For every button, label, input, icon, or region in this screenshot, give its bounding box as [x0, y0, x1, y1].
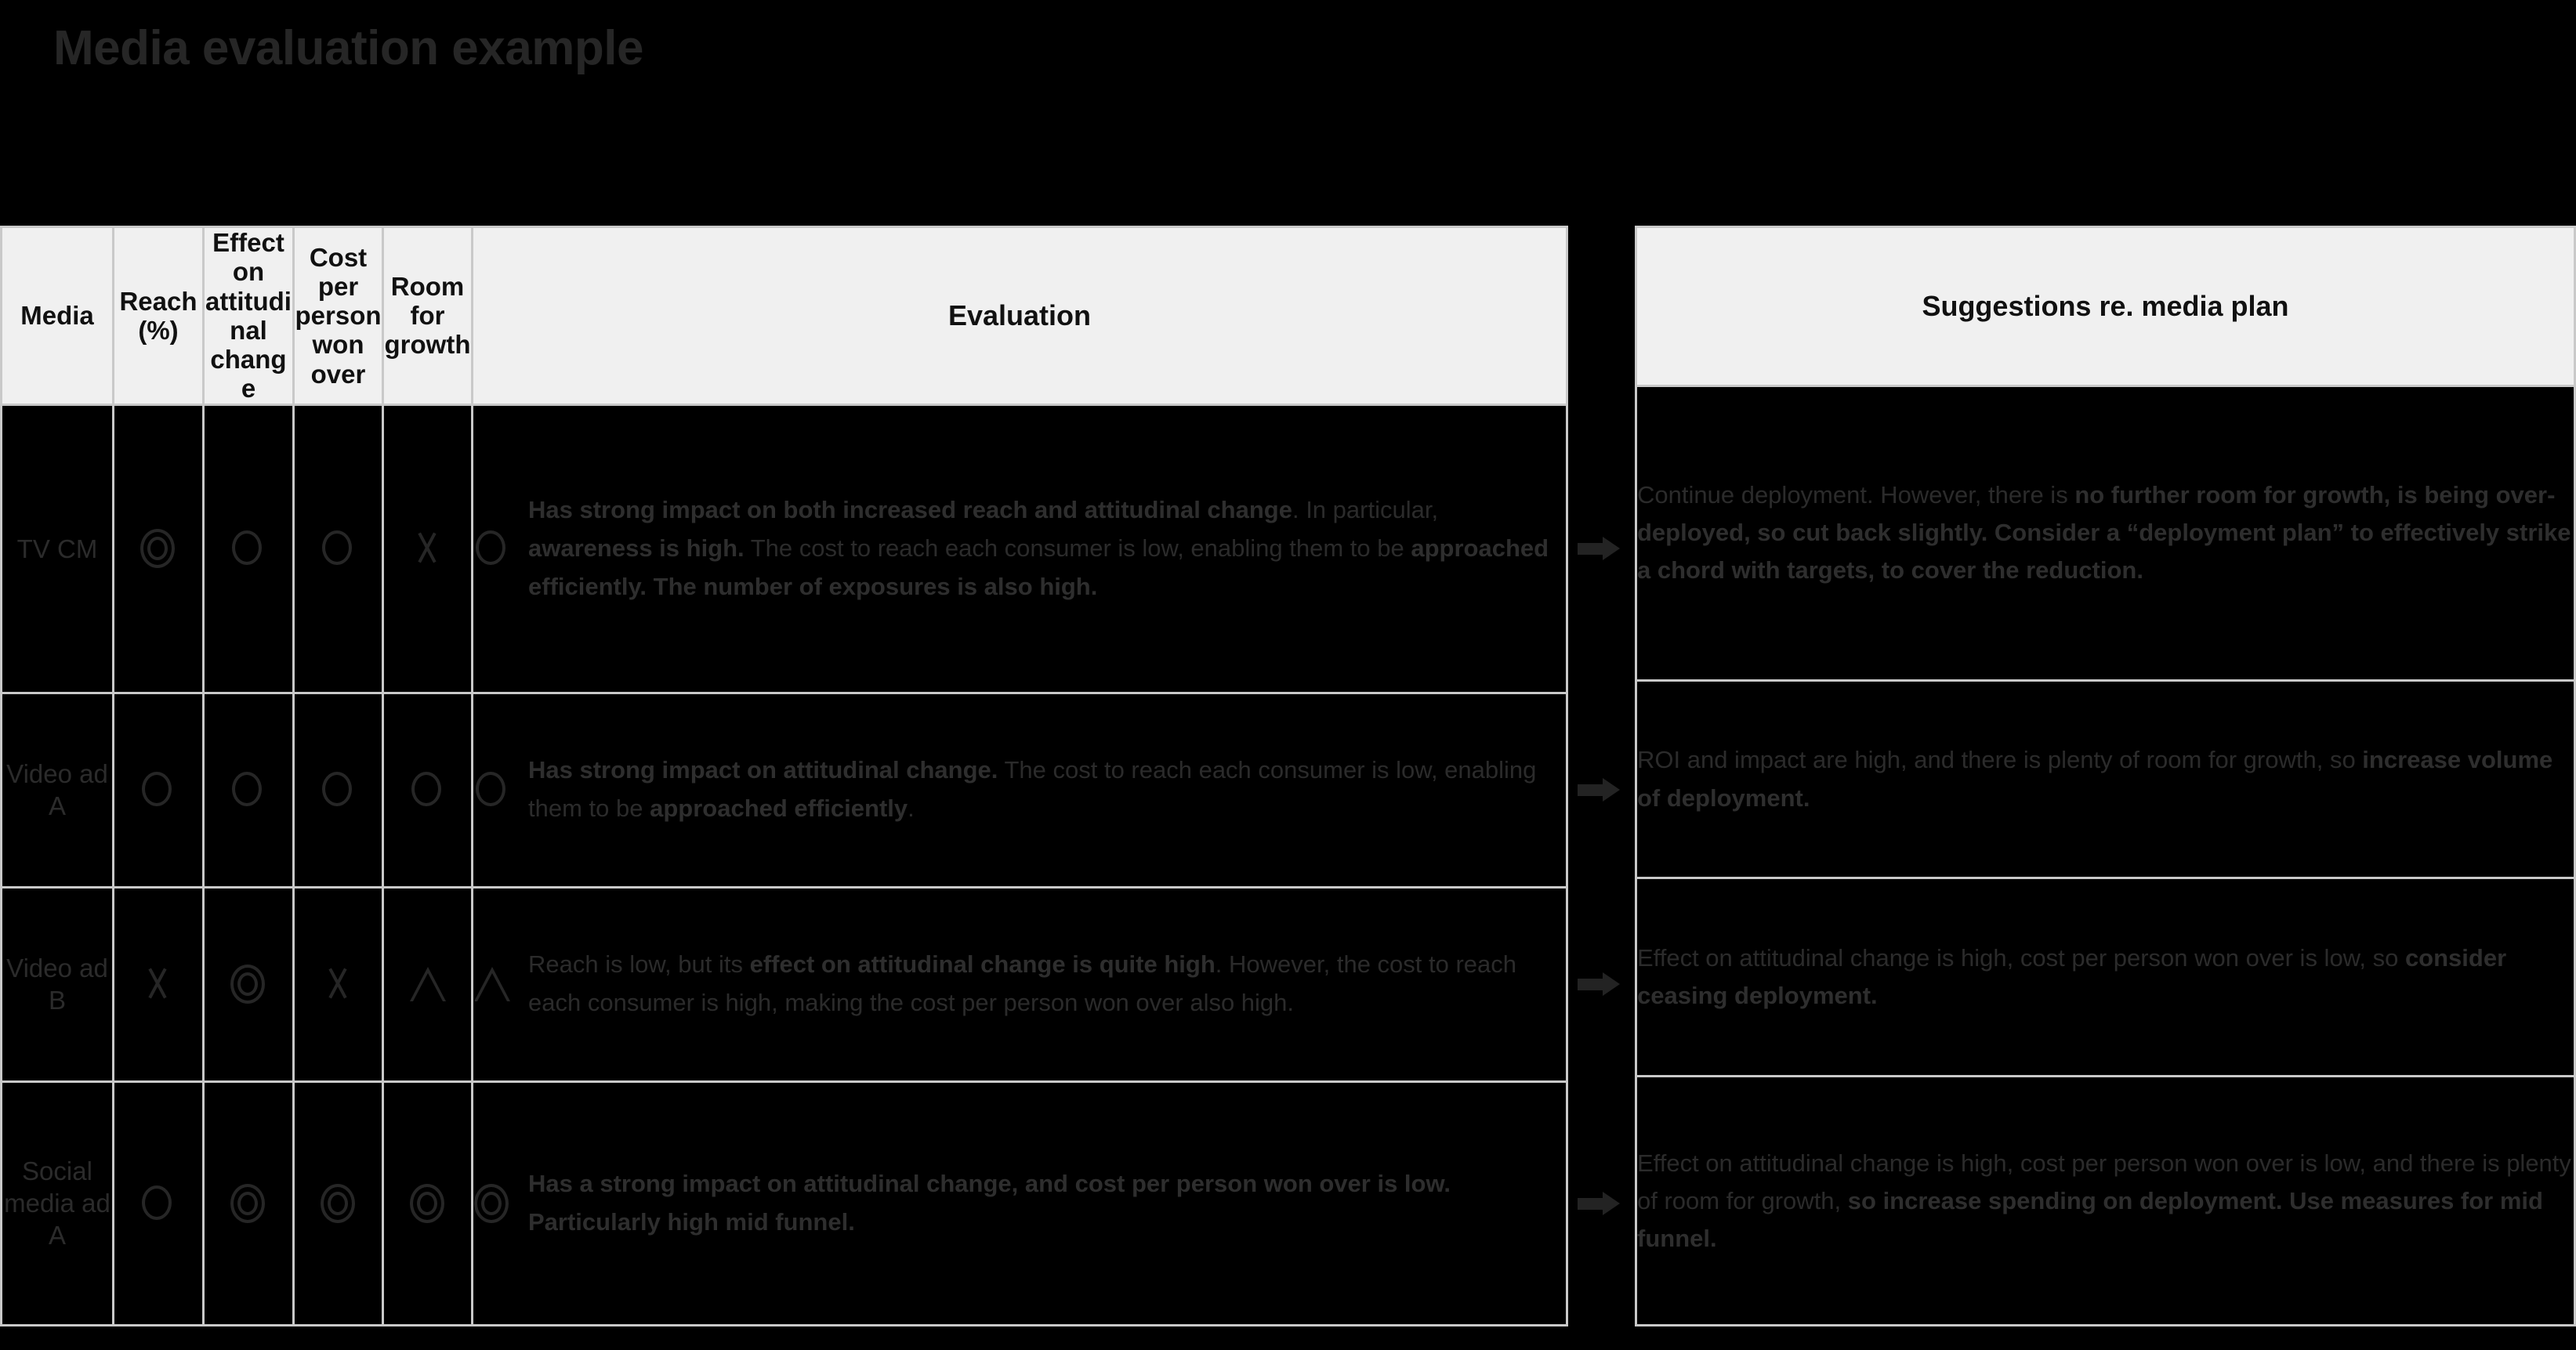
cost-mark-double-circle-icon: [320, 1183, 357, 1223]
suggestion-text: Effect on attitudinal change is high, co…: [1635, 1075, 2576, 1326]
evaluation-table: Media Reach (%) Effect on attitudinal ch…: [0, 226, 1568, 1327]
growth-mark-cell: [382, 403, 473, 694]
reach-mark-cell: [112, 885, 205, 1083]
attitudinal-mark-cell: [202, 885, 295, 1083]
attitudinal-mark-cell: [202, 403, 295, 694]
cost-mark-cell: [292, 885, 384, 1083]
growth-mark-cross-icon: [410, 530, 446, 566]
evaluation-text: Has strong impact on attitudinal change.…: [528, 756, 1537, 823]
arrow-right-icon: [1578, 972, 1620, 997]
column-header-attitudinal-change: Effect on attitudinal change: [202, 226, 295, 406]
growth-mark-double-circle-icon: [409, 1183, 446, 1223]
suggestion-text: Effect on attitudinal change is high, co…: [1635, 877, 2576, 1078]
growth-mark-cell: [382, 691, 473, 889]
cost-mark-circle-icon: [321, 772, 357, 808]
overall-rating: [473, 966, 511, 1002]
attitudinal-mark-cell: [202, 691, 295, 889]
media-name-cell: Video ad B: [0, 885, 114, 1083]
column-header-suggestions: Suggestions re. media plan: [1635, 226, 2576, 387]
table-row[interactable]: Social media ad A Has a strong impact on …: [0, 1080, 1568, 1327]
suggestions-panel-container: Suggestions re. media plan Continue depl…: [1635, 226, 2576, 1326]
reach-mark-cell: [112, 691, 205, 889]
cost-mark-cell: [292, 1080, 384, 1327]
column-header-evaluation: Evaluation: [471, 226, 1568, 406]
suggestion-text: Continue deployment. However, there is n…: [1635, 385, 2576, 682]
overall-rating: [473, 1183, 511, 1223]
overall-mark-circle-icon: [474, 530, 510, 566]
evaluation-text: Reach is low, but its effect on attitudi…: [528, 950, 1517, 1017]
evaluation-cell: Has a strong impact on attitudinal chang…: [471, 1080, 1568, 1327]
cost-mark-circle-icon: [321, 530, 357, 566]
arrow-right-icon: [1578, 537, 1620, 561]
evaluation-text: Has a strong impact on attitudinal chang…: [528, 1169, 1451, 1236]
overall-rating: [473, 530, 511, 566]
column-header-room-for-growth: Room for growth: [382, 226, 473, 406]
reach-mark-cross-icon: [140, 966, 176, 1002]
evaluation-text: Has strong impact on both increased reac…: [528, 495, 1549, 600]
cost-mark-cell: [292, 403, 384, 694]
media-name-cell: Video ad A: [0, 691, 114, 889]
column-header-cost-per-person: Cost per person won over: [292, 226, 384, 406]
attitudinal-mark-cell: [202, 1080, 295, 1327]
reach-mark-cell: [112, 1080, 205, 1327]
suggestions-header-row: Suggestions re. media plan: [1635, 226, 2576, 387]
attitudinal-mark-circle-icon: [230, 530, 266, 566]
page-title: Media evaluation example: [53, 21, 643, 75]
evaluation-cell: Reach is low, but its effect on attitudi…: [471, 885, 1568, 1083]
overall-mark-circle-icon: [474, 772, 510, 808]
suggestion-row[interactable]: Effect on attitudinal change is high, co…: [1635, 877, 2576, 1078]
column-header-media: Media: [0, 226, 114, 406]
attitudinal-mark-double-circle-icon: [230, 965, 266, 1004]
suggestions-table: Suggestions re. media plan Continue depl…: [1635, 226, 2576, 1326]
column-header-reach: Reach (%): [112, 226, 205, 406]
evaluation-cell: Has strong impact on attitudinal change.…: [471, 691, 1568, 889]
table-row[interactable]: TV CM Has strong impact on both increased…: [0, 403, 1568, 694]
overall-rating: [473, 772, 511, 808]
evaluation-table-container: Media Reach (%) Effect on attitudinal ch…: [0, 226, 1568, 1327]
suggestion-row[interactable]: ROI and impact are high, and there is pl…: [1635, 679, 2576, 880]
arrow-right-icon: [1578, 778, 1620, 802]
media-name-cell: TV CM: [0, 403, 114, 694]
table-row[interactable]: Video ad B Reach is low, but its effect o…: [0, 885, 1568, 1083]
growth-mark-triangle-icon: [409, 966, 446, 1002]
table-row[interactable]: Video ad A Has strong impact on attitudin…: [0, 691, 1568, 889]
suggestion-row[interactable]: Continue deployment. However, there is n…: [1635, 385, 2576, 682]
growth-mark-circle-icon: [410, 772, 446, 808]
overall-mark-double-circle-icon: [474, 1183, 510, 1223]
attitudinal-mark-double-circle-icon: [230, 1183, 266, 1223]
reach-mark-circle-icon: [140, 1185, 176, 1222]
reach-mark-cell: [112, 403, 205, 694]
cost-mark-cross-icon: [321, 966, 357, 1002]
table-header-row: Media Reach (%) Effect on attitudinal ch…: [0, 226, 1568, 406]
reach-mark-circle-icon: [140, 772, 176, 808]
overall-mark-triangle-icon: [474, 966, 510, 1002]
evaluation-cell: Has strong impact on both increased reac…: [471, 403, 1568, 694]
reach-mark-double-circle-icon: [140, 529, 176, 569]
growth-mark-cell: [382, 885, 473, 1083]
media-name-cell: Social media ad A: [0, 1080, 114, 1327]
attitudinal-mark-circle-icon: [230, 772, 266, 808]
suggestion-row[interactable]: Effect on attitudinal change is high, co…: [1635, 1075, 2576, 1326]
cost-mark-cell: [292, 691, 384, 889]
suggestion-text: ROI and impact are high, and there is pl…: [1635, 679, 2576, 880]
growth-mark-cell: [382, 1080, 473, 1327]
arrow-right-icon: [1578, 1191, 1620, 1215]
suggestions-table-body: Continue deployment. However, there is n…: [1635, 385, 2576, 1326]
evaluation-table-body: TV CM Has strong impact on both increased…: [0, 403, 1568, 1327]
